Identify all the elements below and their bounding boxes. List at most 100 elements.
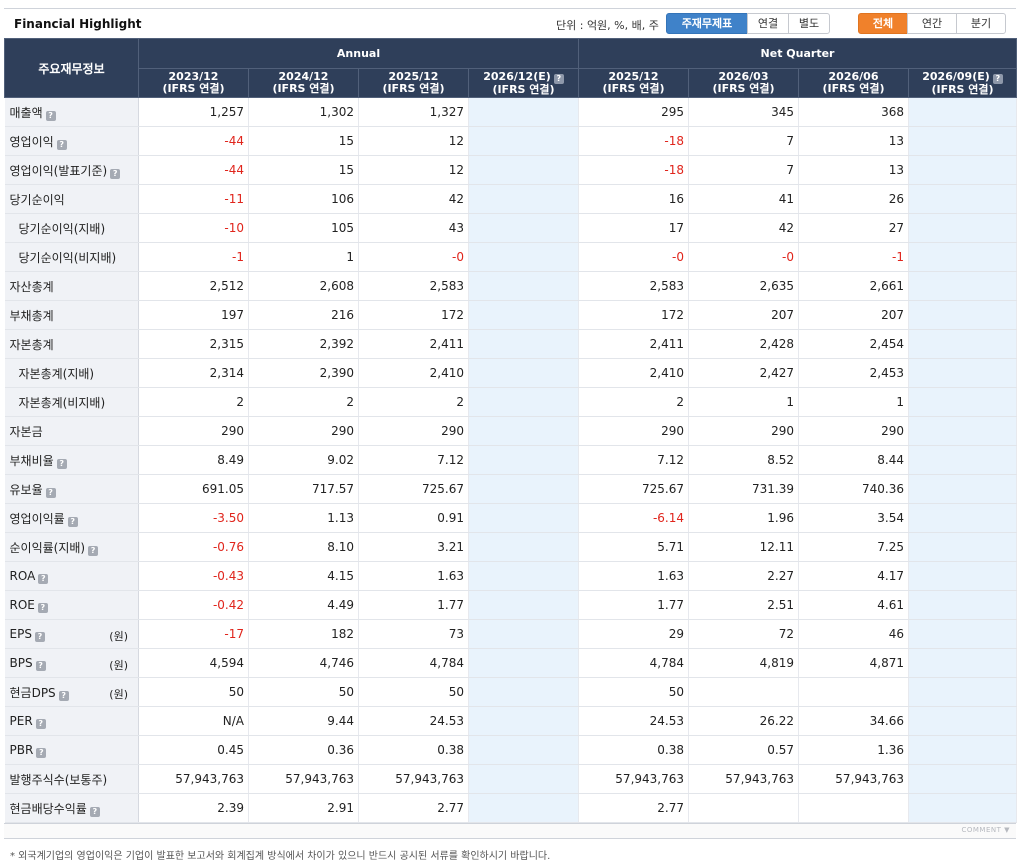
help-icon[interactable]: ? <box>37 602 48 613</box>
value-cell: -0.43 <box>138 561 249 591</box>
value-cell: 2 <box>138 387 249 417</box>
value-cell: 2.27 <box>688 561 800 591</box>
help-icon[interactable]: ? <box>67 516 78 527</box>
row-label-cell: 영업이익률? <box>4 503 139 533</box>
help-icon[interactable]: ? <box>88 545 99 556</box>
help-icon[interactable]: ? <box>45 487 56 498</box>
value-cell: 17 <box>578 213 690 243</box>
value-cell <box>468 126 580 156</box>
value-cell: 0.36 <box>248 735 359 765</box>
value-cell: -3.50 <box>138 503 249 533</box>
help-icon[interactable]: ? <box>35 660 46 671</box>
value-cell: 2,583 <box>578 271 690 301</box>
column-basis: (IFRS 연결) <box>931 82 994 96</box>
row-unit: (원) <box>109 659 128 672</box>
row-label: 자본총계(지배) <box>18 366 95 381</box>
value-cell: 29 <box>578 619 690 649</box>
value-cell: 1.36 <box>798 735 910 765</box>
value-cell: 172 <box>358 300 469 330</box>
value-cell: 2,411 <box>578 329 690 359</box>
value-cell: 4,784 <box>358 648 469 678</box>
help-icon[interactable]: ? <box>89 806 100 817</box>
table-row: PBR? 0.45 0.36 0.38 0.38 0.57 1.36 <box>4 735 1018 765</box>
value-cell: 2 <box>358 387 469 417</box>
value-cell <box>468 590 580 620</box>
row-label-cell: 자산총계 <box>4 271 139 301</box>
table-row: 부채총계 197 216 172 172 207 207 <box>4 300 1018 330</box>
tab-main-statements[interactable]: 주재무제표 <box>666 13 748 34</box>
row-label-cell: 자본총계(비지배) <box>4 387 139 417</box>
value-cell: -6.14 <box>578 503 690 533</box>
row-label-cell: 당기순이익(비지배) <box>4 242 139 272</box>
value-cell: 172 <box>578 300 690 330</box>
row-label: 영업이익률 <box>9 511 65 526</box>
column-period: 2026/12(E) <box>483 69 551 83</box>
value-cell: 2.77 <box>578 793 690 823</box>
row-label: 부채총계 <box>9 308 54 323</box>
value-cell <box>908 416 1018 446</box>
table-row: EPS? (원) -17 182 73 29 72 46 <box>4 619 1018 649</box>
help-icon[interactable]: ? <box>110 168 121 179</box>
help-icon[interactable]: ? <box>553 73 564 84</box>
row-label: 순이익률(지배) <box>9 540 86 555</box>
value-cell: 12 <box>358 126 469 156</box>
value-cell <box>908 677 1018 707</box>
row-label: 자본총계(비지배) <box>18 395 106 410</box>
table-row: 자산총계 2,512 2,608 2,583 2,583 2,635 2,661 <box>4 271 1018 301</box>
row-label: ROE <box>9 597 35 612</box>
comment-toggle[interactable]: COMMENT ▼ <box>961 826 1010 834</box>
value-cell: 216 <box>248 300 359 330</box>
value-cell: 740.36 <box>798 474 910 504</box>
tab-quarterly[interactable]: 분기 <box>956 13 1006 34</box>
column-basis: (IFRS 연결) <box>162 82 225 95</box>
help-icon[interactable]: ? <box>58 690 69 701</box>
value-cell: 8.52 <box>688 445 800 475</box>
value-cell <box>908 474 1018 504</box>
panel-header: Financial Highlight 단위 : 억원, %, 배, 주 주재무… <box>4 8 1016 38</box>
value-cell: 295 <box>578 97 690 127</box>
value-cell: 7.12 <box>578 445 690 475</box>
row-label: 자본총계 <box>9 337 54 352</box>
row-label: ROA <box>9 568 36 583</box>
value-cell: 0.91 <box>358 503 469 533</box>
value-cell: 1,327 <box>358 97 469 127</box>
help-icon[interactable]: ? <box>38 573 49 584</box>
value-cell <box>468 155 580 185</box>
tab-consolidated[interactable]: 연결 <box>747 13 789 34</box>
value-cell: 2,392 <box>248 329 359 359</box>
help-icon[interactable]: ? <box>45 110 56 121</box>
value-cell <box>908 532 1018 562</box>
value-cell <box>908 155 1018 185</box>
value-cell: 7 <box>688 126 800 156</box>
financial-highlight-panel: Financial Highlight 단위 : 억원, %, 배, 주 주재무… <box>4 8 1018 862</box>
help-icon[interactable]: ? <box>36 747 47 758</box>
row-label: PBR <box>9 742 34 757</box>
help-icon[interactable]: ? <box>56 458 67 469</box>
value-cell: 8.49 <box>138 445 249 475</box>
help-icon[interactable]: ? <box>56 139 67 150</box>
help-icon[interactable]: ? <box>34 631 45 642</box>
tab-separate[interactable]: 별도 <box>788 13 830 34</box>
value-cell: 105 <box>248 213 359 243</box>
value-cell: 725.67 <box>578 474 690 504</box>
value-cell: 1.13 <box>248 503 359 533</box>
value-cell: 2,315 <box>138 329 249 359</box>
column-basis: (IFRS 연결) <box>382 82 445 95</box>
table-row: ROE? -0.42 4.49 1.77 1.77 2.51 4.61 <box>4 590 1018 620</box>
tab-all[interactable]: 전체 <box>858 13 908 34</box>
row-label: 현금DPS <box>9 685 56 700</box>
value-cell <box>908 445 1018 475</box>
value-cell <box>468 97 580 127</box>
help-icon[interactable]: ? <box>35 718 46 729</box>
column-header: 2026/03 (IFRS 연결) <box>688 68 800 98</box>
value-cell: 290 <box>688 416 800 446</box>
annual-group-header: Annual <box>137 38 580 69</box>
value-cell <box>468 242 580 272</box>
tab-annual[interactable]: 연간 <box>907 13 957 34</box>
value-cell: 12 <box>358 155 469 185</box>
row-label: 부채비율 <box>9 453 54 468</box>
help-icon[interactable]: ? <box>992 73 1003 84</box>
value-cell: -17 <box>138 619 249 649</box>
row-label: BPS <box>9 655 33 670</box>
value-cell: 345 <box>688 97 800 127</box>
